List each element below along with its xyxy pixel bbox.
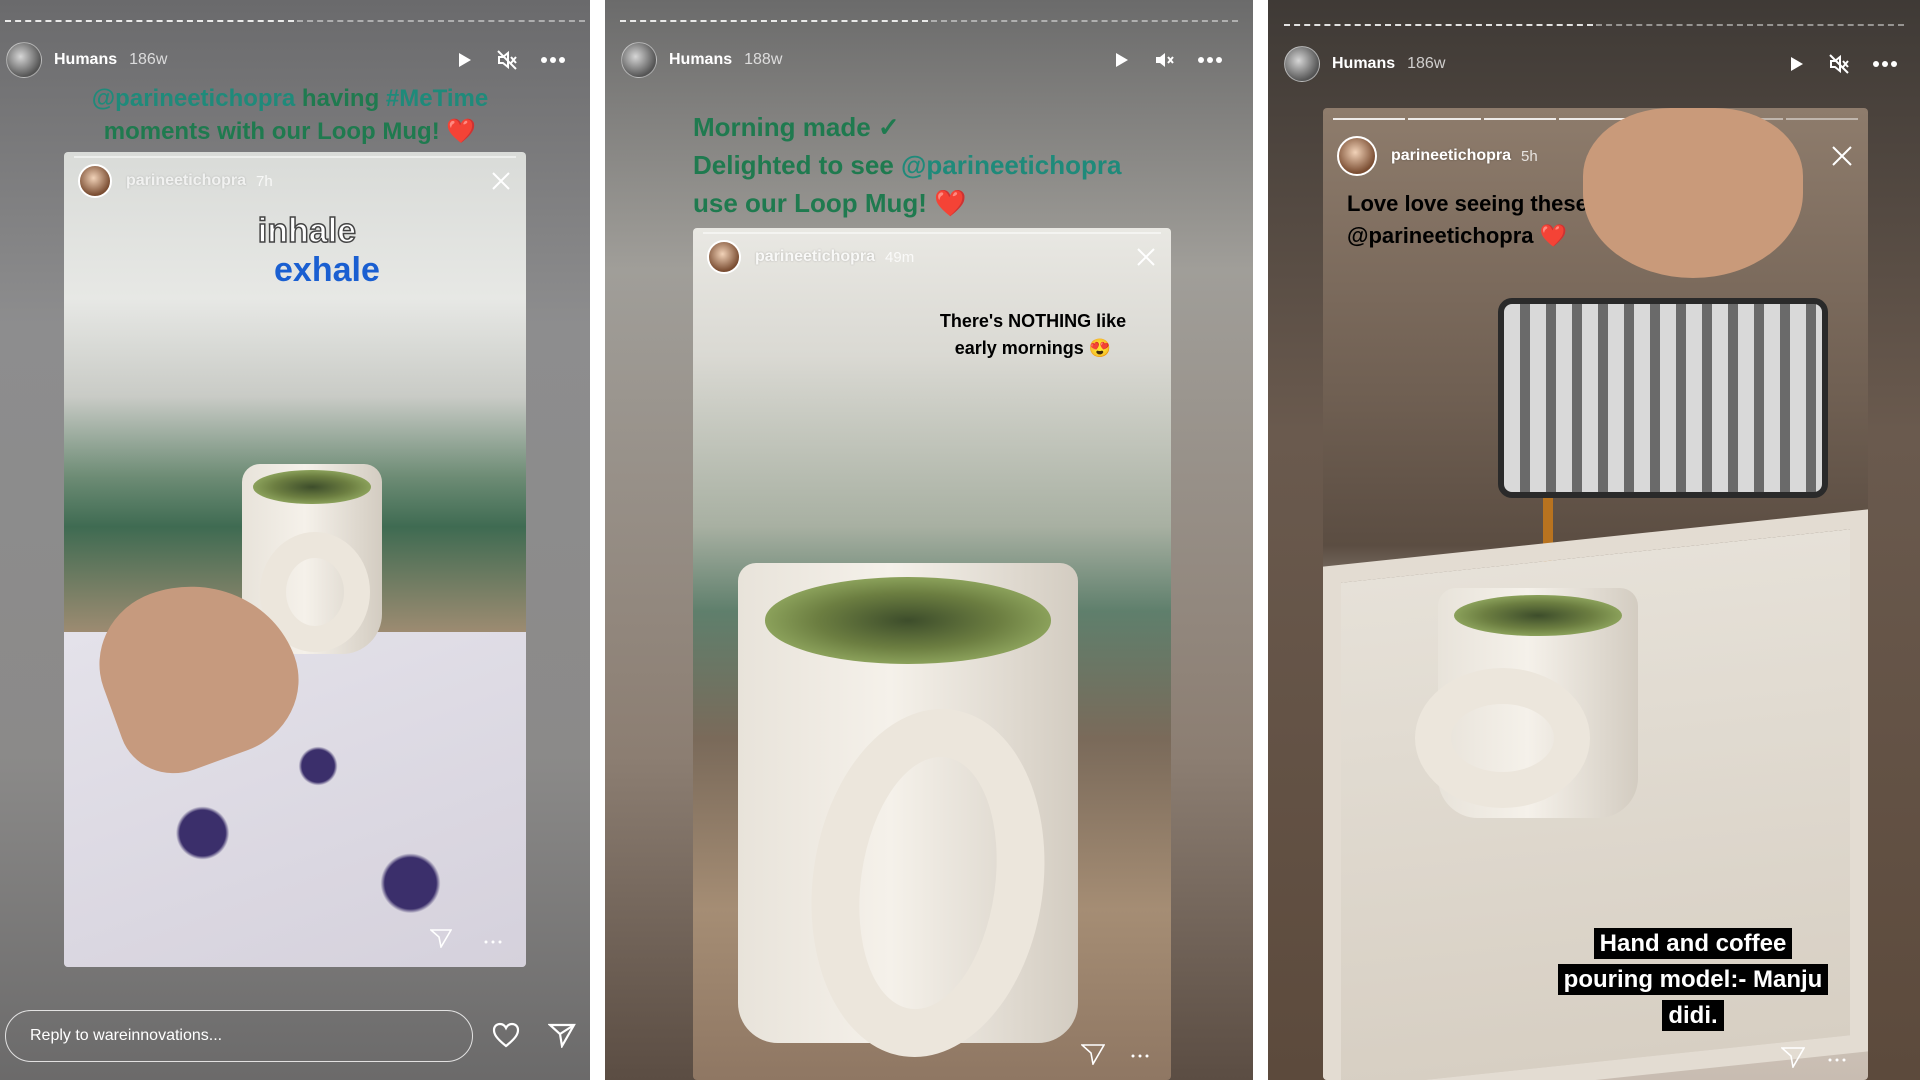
story-progress — [620, 20, 1238, 23]
avatar — [78, 164, 112, 198]
avatar[interactable] — [1284, 46, 1320, 82]
overlay-line-2: pouring model:- Manju — [1557, 964, 1829, 995]
story-age: 186w — [1407, 55, 1446, 72]
card-text-line-2: early mornings 😍 — [954, 338, 1112, 358]
overlay-line-3: didi. — [1662, 1000, 1724, 1031]
more-icon[interactable] — [540, 56, 566, 64]
play-icon[interactable] — [454, 50, 474, 70]
more-icon[interactable] — [1197, 56, 1223, 64]
send-icon — [430, 929, 452, 948]
card-progress — [1333, 118, 1858, 121]
close-icon — [1832, 146, 1852, 166]
card-username: parineetichopra — [755, 248, 876, 265]
mention-link[interactable]: @parineetichopra — [92, 85, 295, 112]
sticker: inhale exhale — [234, 211, 380, 290]
mute-icon[interactable] — [1828, 54, 1850, 74]
card-progress — [74, 156, 516, 158]
heart-icon[interactable] — [492, 1022, 520, 1048]
french-press-image — [1498, 298, 1828, 498]
story-header: Humans 186w — [1268, 44, 1920, 84]
card-username: parineetichopra — [126, 172, 247, 189]
avatar[interactable] — [621, 42, 657, 78]
send-icon — [1081, 1044, 1105, 1065]
overlay-caption: Hand and coffee pouring model:- Manju di… — [1543, 926, 1843, 1034]
story-panel-1: Humans 186w @parineetichopra having #MeT… — [0, 0, 590, 1080]
caption-text: having — [295, 85, 386, 112]
card-text-line-2: @parineetichopra ❤️ — [1347, 223, 1567, 248]
account-name[interactable]: Humans — [669, 51, 732, 69]
mention-link[interactable]: @parineetichopra — [901, 150, 1121, 180]
reshared-story-card[interactable]: parineetichopra 5h Love love seeing thes… — [1323, 108, 1868, 1080]
reshared-story-card[interactable]: parineetichopra 49m There's NOTHING like… — [693, 228, 1171, 1080]
mute-icon[interactable] — [496, 50, 518, 70]
more-icon — [484, 940, 502, 944]
mug-handle — [1415, 668, 1590, 808]
caption-text: Delighted to see — [693, 150, 902, 180]
hand-image — [1583, 108, 1803, 278]
sticker-exhale: exhale — [274, 251, 380, 289]
play-icon[interactable] — [1786, 54, 1806, 74]
mute-icon[interactable] — [1153, 50, 1175, 70]
story-caption: Morning made ✓ Delighted to see @parinee… — [693, 108, 1121, 222]
story-progress — [1284, 24, 1904, 27]
more-icon — [1131, 1054, 1149, 1058]
card-progress — [703, 232, 1161, 234]
more-icon — [1828, 1058, 1846, 1062]
avatar — [1337, 136, 1377, 176]
story-progress — [5, 20, 585, 23]
caption-line-3: use our Loop Mug! ❤️ — [693, 188, 967, 218]
send-icon[interactable] — [548, 1022, 576, 1048]
play-icon[interactable] — [1111, 50, 1131, 70]
story-age: 188w — [744, 51, 783, 68]
card-time: 49m — [885, 248, 915, 266]
account-name[interactable]: Humans — [54, 51, 117, 69]
overlay-line-1: Hand and coffee — [1593, 928, 1793, 959]
reply-placeholder: Reply to wareinnovations... — [30, 1027, 223, 1044]
story-caption: @parineetichopra having #MeTime moments … — [30, 82, 550, 148]
more-icon[interactable] — [1872, 60, 1898, 68]
card-text-line-1: There's NOTHING like — [939, 311, 1127, 331]
sticker-inhale: inhale — [257, 211, 357, 251]
send-icon — [1781, 1047, 1805, 1068]
avatar — [707, 240, 741, 274]
story-age: 186w — [129, 51, 168, 68]
card-text: There's NOTHING like early mornings 😍 — [913, 308, 1153, 362]
caption-line-2: moments with our Loop Mug! ❤️ — [103, 118, 477, 145]
card-time: 7h — [256, 172, 273, 190]
close-icon — [1137, 248, 1155, 266]
avatar[interactable] — [6, 42, 42, 78]
hashtag-link[interactable]: #MeTime — [386, 85, 488, 112]
reshared-story-card[interactable]: parineetichopra 7h inhale exhale — [64, 152, 526, 967]
reply-input[interactable]: Reply to wareinnovations... — [5, 1010, 473, 1062]
story-header: Humans 188w — [605, 40, 1253, 80]
story-panel-2: Humans 188w Morning made ✓ Delighted to … — [605, 0, 1253, 1080]
story-header: Humans 186w — [0, 40, 590, 80]
story-panel-3: Humans 186w parineetichopra 5h Love love… — [1268, 0, 1920, 1080]
account-name[interactable]: Humans — [1332, 55, 1395, 73]
card-time: 5h — [1521, 147, 1538, 165]
caption-line-1: Morning made ✓ — [693, 112, 900, 142]
card-username: parineetichopra — [1391, 147, 1512, 164]
close-icon — [492, 172, 510, 190]
